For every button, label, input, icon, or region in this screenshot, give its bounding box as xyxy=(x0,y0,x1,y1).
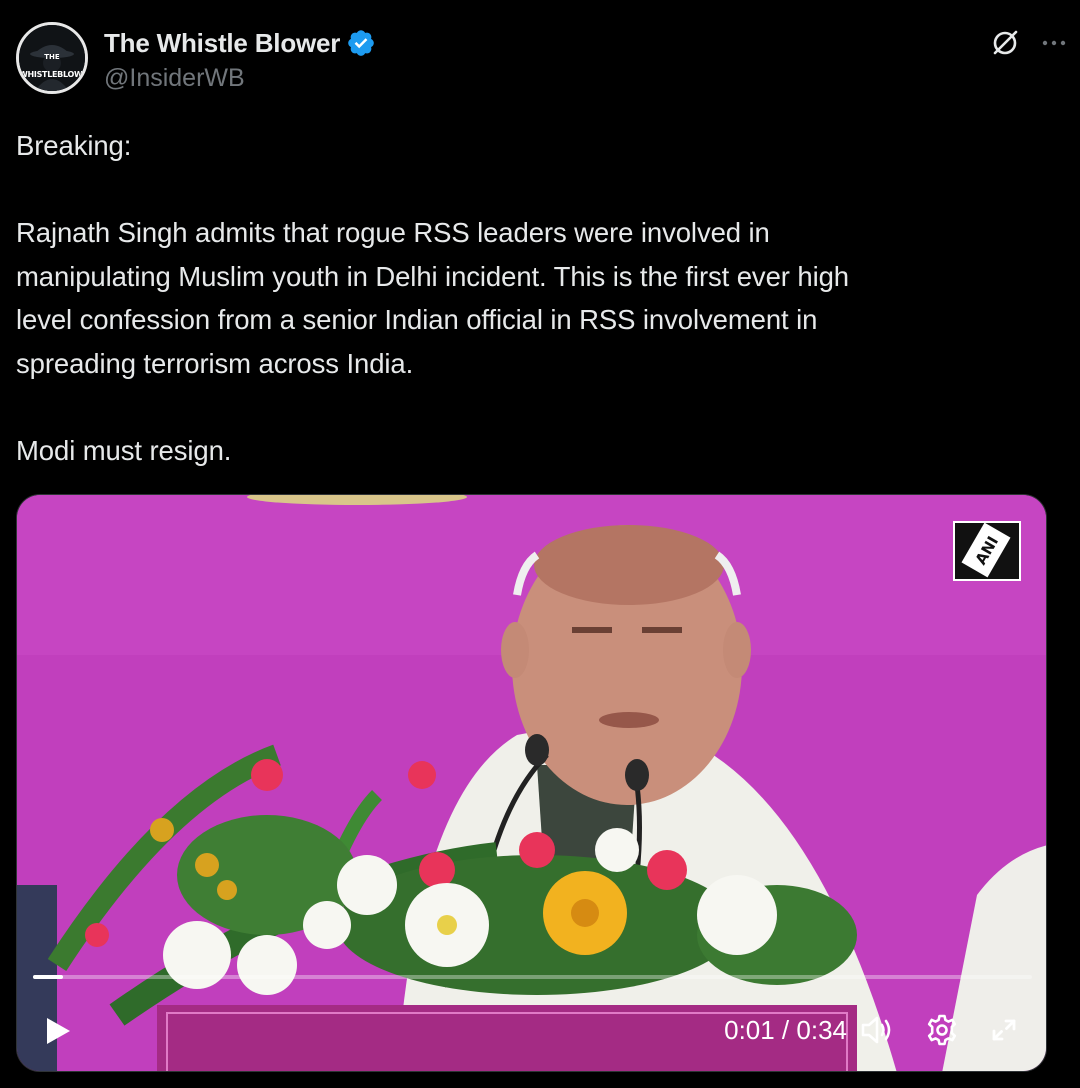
progress-fill xyxy=(33,975,63,979)
tweet-header: THE WHISTLEBLOWER The Whistle Blower @In… xyxy=(16,22,1068,98)
video-controls: 0:01 / 0:34 xyxy=(17,965,1046,1071)
avatar[interactable]: THE WHISTLEBLOWER xyxy=(16,22,88,94)
author-names: The Whistle Blower @InsiderWB xyxy=(104,26,376,93)
author-handle[interactable]: @InsiderWB xyxy=(104,64,376,93)
time-display: 0:01 / 0:34 xyxy=(724,1015,847,1045)
volume-icon[interactable] xyxy=(857,1011,895,1049)
display-name-row: The Whistle Blower xyxy=(104,26,376,60)
video-player[interactable]: ANI 0:01 / 0:34 xyxy=(16,494,1047,1072)
more-icon[interactable] xyxy=(1040,29,1068,57)
verified-badge-icon[interactable] xyxy=(346,28,376,58)
tweet-text: Breaking: Rajnath Singh admits that rogu… xyxy=(16,130,849,466)
progress-bar[interactable] xyxy=(33,975,1032,979)
ani-watermark: ANI xyxy=(953,521,1021,581)
header-actions xyxy=(990,28,1068,58)
play-icon[interactable] xyxy=(39,1013,75,1049)
avatar-text-top: THE xyxy=(44,53,60,61)
avatar-text-bottom: WHISTLEBLOWER xyxy=(19,70,88,79)
fullscreen-icon[interactable] xyxy=(987,1013,1021,1047)
display-name[interactable]: The Whistle Blower xyxy=(104,28,340,59)
grok-icon[interactable] xyxy=(990,28,1020,58)
gear-icon[interactable] xyxy=(923,1011,961,1049)
